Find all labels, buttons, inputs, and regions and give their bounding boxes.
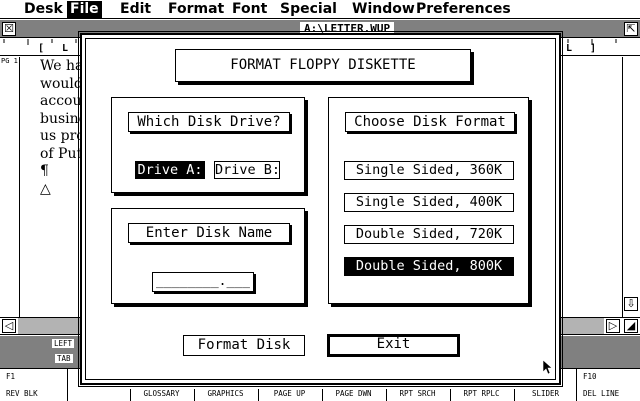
menu-desk[interactable]: Desk <box>21 1 66 18</box>
vertical-scrollbar[interactable]: ⇩ <box>622 57 640 317</box>
repeat-replace-key[interactable]: RPT RPLC <box>450 389 512 401</box>
menu-bar: Desk File Edit Format Font Special Windo… <box>0 0 640 19</box>
repeat-search-key[interactable]: RPT SRCH <box>386 389 448 401</box>
drive-a-option[interactable]: Drive A: <box>135 161 205 179</box>
format-option-single-360k[interactable]: Single Sided, 360K <box>344 161 514 180</box>
drive-panel: Which Disk Drive? Drive A: Drive B: <box>111 97 305 193</box>
disk-format-panel: Choose Disk Format Single Sided, 360K Si… <box>328 97 529 304</box>
mouse-pointer-icon <box>543 360 553 375</box>
menu-font[interactable]: Font <box>229 1 270 18</box>
glossary-key[interactable]: GLOSSARY <box>130 389 192 401</box>
full-box-icon[interactable]: ⇱ <box>624 22 638 36</box>
dialog-title: FORMAT FLOPPY DISKETTE <box>175 49 471 82</box>
scroll-left-arrow-icon[interactable]: ◁ <box>2 319 16 333</box>
scroll-down-arrow-icon[interactable]: ⇩ <box>624 297 638 311</box>
tab-marker-right[interactable]: L <box>566 43 572 54</box>
drive-heading: Which Disk Drive? <box>128 112 290 132</box>
tab-indicator: TAB <box>55 354 73 363</box>
page-gutter: PG 1 <box>0 57 20 317</box>
drive-b-option[interactable]: Drive B: <box>214 161 280 179</box>
size-box-icon[interactable]: ◢ <box>624 319 638 333</box>
disk-name-heading: Enter Disk Name <box>128 223 290 243</box>
format-option-double-800k[interactable]: Double Sided, 800K <box>344 257 514 276</box>
format-disk-button[interactable]: Format Disk <box>183 335 305 356</box>
page-marker: PG 1 <box>1 57 18 65</box>
exit-button[interactable]: Exit <box>327 334 460 357</box>
f1-key[interactable]: F1 REV BLK <box>0 369 68 401</box>
menu-preferences[interactable]: Preferences <box>413 1 514 18</box>
disk-name-input[interactable]: ________.___ <box>152 272 254 292</box>
right-margin-marker[interactable]: ] <box>590 43 596 54</box>
menu-special[interactable]: Special <box>277 1 340 18</box>
close-box-icon[interactable]: ☒ <box>2 22 16 36</box>
graphics-key[interactable]: GRAPHICS <box>194 389 256 401</box>
vertical-scroll-track[interactable] <box>623 227 640 297</box>
format-option-single-400k[interactable]: Single Sided, 400K <box>344 193 514 212</box>
tab-marker[interactable]: L <box>62 43 68 54</box>
menu-window[interactable]: Window <box>349 1 418 18</box>
left-indicator: LEFT <box>52 339 75 348</box>
disk-name-panel: Enter Disk Name ________.___ <box>111 208 305 304</box>
slider-key[interactable]: SLIDER <box>514 389 576 401</box>
left-margin-marker[interactable]: [ <box>38 43 44 54</box>
scroll-right-arrow-icon[interactable]: ▷ <box>606 319 620 333</box>
disk-format-heading: Choose Disk Format <box>345 112 515 132</box>
menu-edit[interactable]: Edit <box>117 1 154 18</box>
format-option-double-720k[interactable]: Double Sided, 720K <box>344 225 514 244</box>
f10-key[interactable]: F10 DEL LINE <box>576 369 640 401</box>
menu-format[interactable]: Format <box>165 1 227 18</box>
page-down-key[interactable]: PAGE DWN <box>322 389 384 401</box>
format-dialog: FORMAT FLOPPY DISKETTE Which Disk Drive?… <box>80 33 561 385</box>
page-up-key[interactable]: PAGE UP <box>258 389 320 401</box>
menu-file[interactable]: File <box>67 1 102 18</box>
